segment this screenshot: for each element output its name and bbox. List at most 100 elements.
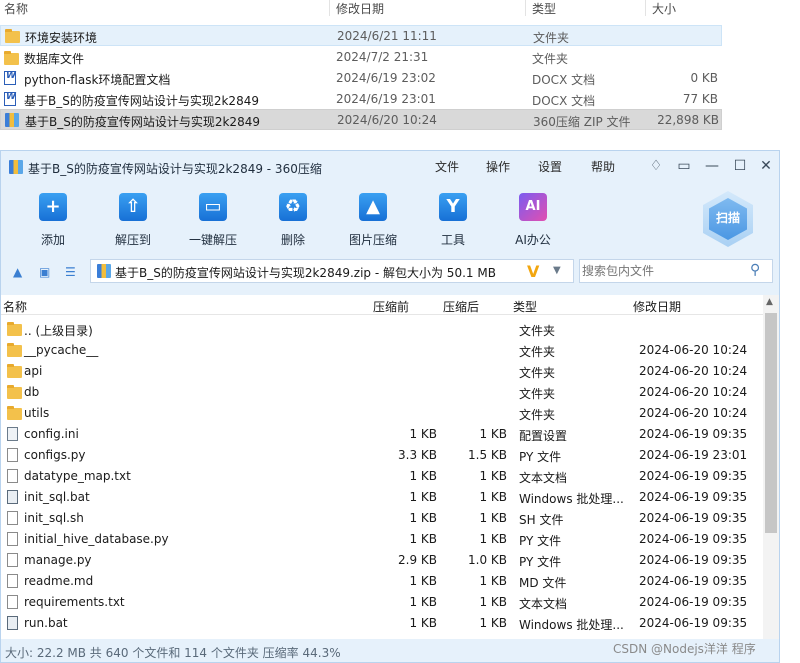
table-row[interactable]: init_sql.bat 1 KB 1 KB Windows 批处理... 2024-0… — [1, 486, 763, 507]
size-after: 1 KB — [479, 511, 507, 525]
table-row[interactable]: __pycache__ 文件夹 2024-06-20 10:24 — [1, 339, 763, 360]
size-before: 1 KB — [409, 427, 437, 441]
table-row[interactable]: config.ini 1 KB 1 KB 配置设置 2024-06-19 09:35 — [1, 423, 763, 444]
close-button[interactable]: ✕ — [757, 157, 775, 175]
file-type: PY 文件 — [519, 555, 562, 569]
col-date[interactable]: 修改日期 — [633, 298, 681, 315]
table-row[interactable]: utils 文件夹 2024-06-20 10:24 — [1, 402, 763, 423]
ai-office-button[interactable]: AI AI办公 — [498, 187, 568, 247]
file-name: manage.py — [24, 553, 92, 567]
size-before: 1 KB — [409, 616, 437, 630]
tools-button[interactable]: Y 工具 — [418, 187, 488, 247]
explorer-row[interactable]: 环境安装环境 2024/6/21 11:11 文件夹 — [0, 25, 722, 46]
explorer-row[interactable]: 数据库文件 2024/7/2 21:31 文件夹 — [0, 47, 722, 68]
explorer-row[interactable]: 基于B_S的防疫宣传网站设计与实现2k2849 2024/6/19 23:01 … — [0, 89, 722, 110]
ai-icon: AI — [519, 193, 547, 221]
file-name: python-flask环境配置文档 — [24, 73, 171, 87]
file-icon — [7, 532, 18, 546]
col-type[interactable]: 类型 — [513, 298, 537, 315]
file-type: 360压缩 ZIP 文件 — [533, 115, 631, 129]
file-date: 2024/6/20 10:24 — [337, 113, 437, 127]
vertical-scrollbar[interactable]: ▲ — [763, 295, 779, 639]
scroll-up-icon[interactable]: ▲ — [766, 297, 773, 307]
maximize-button[interactable]: ☐ — [731, 157, 749, 175]
thumbnail-view-icon[interactable]: ▣ — [39, 265, 50, 279]
file-name: db — [24, 385, 40, 399]
col-name[interactable]: 名称 — [4, 0, 28, 17]
col-before-size[interactable]: 压缩前 — [373, 298, 409, 315]
file-name: initial_hive_database.py — [24, 532, 169, 546]
scan-button[interactable]: 扫描 — [703, 191, 753, 247]
size-before: 1 KB — [409, 574, 437, 588]
shirt-icon[interactable]: ♢ — [647, 157, 665, 175]
table-row[interactable]: requirements.txt 1 KB 1 KB 文本文档 2024-06-19 0… — [1, 591, 763, 612]
table-row[interactable]: db 文件夹 2024-06-20 10:24 — [1, 381, 763, 402]
file-name: api — [24, 364, 43, 378]
file-type: DOCX 文档 — [532, 94, 596, 108]
col-type[interactable]: 类型 — [532, 0, 556, 17]
table-row[interactable]: init_sql.sh 1 KB 1 KB SH 文件 2024-06-19 09:35 — [1, 507, 763, 528]
v-badge-icon[interactable]: V — [527, 262, 539, 281]
file-type: 文件夹 — [519, 324, 556, 338]
menu-action[interactable]: 操作 — [486, 158, 510, 175]
window-title: 基于B_S的防疫宣传网站设计与实现2k2849 - 360压缩 — [28, 162, 322, 176]
table-row[interactable]: manage.py 2.9 KB 1.0 KB PY 文件 2024-06-19 09:… — [1, 549, 763, 570]
file-name: 数据库文件 — [24, 52, 85, 66]
file-name: configs.py — [24, 448, 86, 462]
file-name: 基于B_S的防疫宣传网站设计与实现2k2849 — [24, 94, 259, 108]
file-date: 2024/6/19 23:02 — [336, 71, 436, 85]
file-name: 基于B_S的防疫宣传网站设计与实现2k2849 — [25, 115, 260, 129]
file-name: 环境安装环境 — [25, 31, 98, 45]
image-compress-button[interactable]: ▲ 图片压缩 — [338, 187, 408, 247]
folder-icon — [7, 385, 22, 399]
menu-help[interactable]: 帮助 — [591, 158, 615, 175]
add-button[interactable]: + 添加 — [18, 187, 88, 247]
file-type: MD 文件 — [519, 576, 567, 590]
file-type: Windows 批处理... — [519, 492, 624, 506]
col-size[interactable]: 大小 — [652, 0, 676, 17]
list-view-icon[interactable]: ☰ — [65, 265, 76, 279]
scrollbar-thumb[interactable] — [765, 313, 777, 533]
table-row[interactable]: .. (上级目录) 文件夹 — [1, 318, 763, 339]
explorer-row[interactable]: python-flask环境配置文档 2024/6/19 23:02 DOCX … — [0, 68, 722, 89]
address-bar: ▲ ▣ ☰ 基于B_S的防疫宣传网站设计与实现2k2849.zip - 解包大小… — [1, 257, 779, 285]
minimize-button[interactable]: — — [703, 157, 721, 175]
file-type: 文件夹 — [519, 408, 556, 422]
search-input[interactable] — [582, 262, 742, 280]
title-bar[interactable]: 基于B_S的防疫宣传网站设计与实现2k2849 - 360压缩 文件 操作 设置… — [1, 151, 779, 181]
table-row[interactable]: run.bat 1 KB 1 KB Windows 批处理... 2024-06-19 … — [1, 612, 763, 633]
file-date: 2024-06-19 23:01 — [639, 448, 748, 462]
archive-file-list: 名称 压缩前 压缩后 类型 修改日期 .. (上级目录) 文件夹 __pycache… — [1, 295, 779, 639]
file-type: 文件夹 — [532, 52, 569, 66]
recycle-icon: ♻ — [279, 193, 307, 221]
extract-to-button[interactable]: ⇧ 解压到 — [98, 187, 168, 247]
size-before: 1 KB — [409, 532, 437, 546]
file-date: 2024-06-20 10:24 — [639, 343, 748, 357]
explorer-row[interactable]: 基于B_S的防疫宣传网站设计与实现2k2849 2024/6/20 10:24 … — [0, 109, 722, 130]
menu-settings[interactable]: 设置 — [538, 158, 562, 175]
file-date: 2024/7/2 21:31 — [336, 50, 429, 64]
table-row[interactable]: api 文件夹 2024-06-20 10:24 — [1, 360, 763, 381]
table-row[interactable]: configs.py 3.3 KB 1.5 KB PY 文件 2024-06-19 23… — [1, 444, 763, 465]
file-date: 2024-06-19 09:35 — [639, 511, 748, 525]
search-box[interactable]: ⚲ — [579, 259, 773, 283]
table-row[interactable]: datatype_map.txt 1 KB 1 KB 文本文档 2024-06-19 0… — [1, 465, 763, 486]
file-type: 文件夹 — [519, 366, 556, 380]
chevron-down-icon[interactable]: ▼ — [553, 265, 561, 276]
size-after: 1 KB — [479, 427, 507, 441]
message-icon[interactable]: ▭ — [675, 157, 693, 175]
table-row[interactable]: initial_hive_database.py 1 KB 1 KB PY 文件 202… — [1, 528, 763, 549]
file-name: .. (上级目录) — [24, 324, 93, 338]
delete-button[interactable]: ♻ 删除 — [258, 187, 328, 247]
one-click-extract-button[interactable]: ▭ 一键解压 — [178, 187, 248, 247]
search-icon[interactable]: ⚲ — [750, 262, 760, 278]
path-field[interactable]: 基于B_S的防疫宣传网站设计与实现2k2849.zip - 解包大小为 50.1… — [90, 259, 574, 283]
up-arrow-icon[interactable]: ▲ — [13, 265, 22, 279]
col-name[interactable]: 名称 — [3, 298, 27, 315]
tools-icon: Y — [439, 193, 467, 221]
col-after-size[interactable]: 压缩后 — [443, 298, 479, 315]
size-after: 1 KB — [479, 469, 507, 483]
col-date[interactable]: 修改日期 — [336, 0, 384, 17]
table-row[interactable]: readme.md 1 KB 1 KB MD 文件 2024-06-19 09:35 — [1, 570, 763, 591]
menu-file[interactable]: 文件 — [435, 158, 459, 175]
